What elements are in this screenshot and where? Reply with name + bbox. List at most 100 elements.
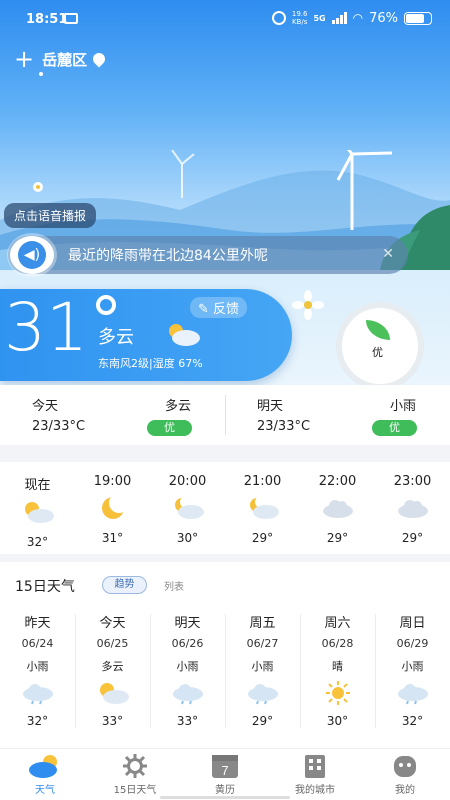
- day-name: 周五: [249, 616, 276, 631]
- tab-trend[interactable]: 趋势: [102, 576, 147, 594]
- today-summary[interactable]: 今天 23/33°C 多云 优: [0, 385, 225, 445]
- rain-cloud-icon: [0, 678, 75, 708]
- forecast-day[interactable]: 周五 06/27 小雨 29°: [225, 606, 300, 746]
- hour-time: 20:00: [168, 474, 207, 489]
- day-date: 06/25: [96, 637, 129, 650]
- daisy-icon: [292, 290, 324, 320]
- speaker-button[interactable]: ◀): [10, 236, 54, 274]
- rain-cloud-icon: [225, 678, 300, 708]
- forecast-day[interactable]: 今天 06/25 多云 33°: [75, 606, 150, 746]
- tomorrow-aqi-badge: 优: [372, 420, 417, 436]
- hourly-forecast[interactable]: 现在 32° 19:00 31° 20:00 30° 21:00 29° 22:…: [0, 462, 450, 554]
- wifi-icon: ◠: [352, 11, 364, 25]
- day-temp: 32°: [401, 714, 424, 728]
- fifteen-day-forecast: 15日天气 趋势 列表 昨天 06/24 小雨 32° 今天 06/25 多云 …: [0, 562, 450, 748]
- cell-type: 5G: [313, 13, 326, 23]
- day-condition: 小雨: [401, 660, 424, 673]
- location-bar[interactable]: + 岳麓区: [14, 47, 108, 71]
- partly-cloudy-day-icon: [0, 497, 75, 527]
- hour-temp: 32°: [26, 535, 49, 549]
- nav-label: 天气: [35, 785, 55, 796]
- current-temperature: 31: [4, 289, 88, 366]
- day-name: 明天: [174, 616, 201, 631]
- home-indicator: [160, 796, 290, 799]
- day-date: 06/26: [171, 637, 204, 650]
- hour-temp: 31°: [101, 531, 124, 545]
- forecast-day[interactable]: 周六 06/28 晴 30°: [300, 606, 375, 746]
- status-time: 18:51: [26, 12, 68, 27]
- tomorrow-range: 23/33°C: [257, 419, 311, 434]
- aqi-label: 优: [372, 346, 383, 359]
- hour-temp: 29°: [251, 531, 274, 545]
- day-name: 周日: [399, 616, 426, 631]
- nav-profile[interactable]: 我的: [360, 749, 450, 800]
- today-condition: 多云: [164, 399, 191, 414]
- today-range: 23/33°C: [32, 419, 86, 434]
- city-name[interactable]: 岳麓区: [42, 49, 87, 70]
- day-condition: 小雨: [176, 660, 199, 673]
- partly-cloudy-night-icon: [150, 493, 225, 523]
- bottom-nav: 天气 15日天气 7 黄历 我的城市 我的: [0, 748, 450, 800]
- calendar-icon: 7: [180, 751, 270, 781]
- weather-hero: 18:51 19.6 KB/s 5G ◠ 76% + 岳麓区 点击语音播报 ◀)…: [0, 0, 450, 385]
- add-city-icon[interactable]: +: [14, 47, 34, 71]
- rain-cloud-icon: [150, 678, 225, 708]
- forecast-day[interactable]: 明天 06/26 小雨 33°: [150, 606, 225, 746]
- weather-icon: [0, 751, 90, 781]
- announcement-text: 最近的降雨带在北边84公里外呢: [68, 248, 268, 264]
- day-temp: 32°: [26, 714, 49, 728]
- day-name: 今天: [99, 616, 126, 631]
- day-condition: 多云: [101, 660, 124, 673]
- city-icon: [270, 751, 360, 781]
- nav-my-cities[interactable]: 我的城市: [270, 749, 360, 800]
- tab-list[interactable]: 列表: [164, 578, 184, 593]
- hour-item: 23:00 29°: [375, 462, 450, 554]
- day-date: 06/27: [246, 637, 279, 650]
- forecast-day[interactable]: 周日 06/29 小雨 32°: [375, 606, 450, 746]
- hour-time: 22:00: [318, 474, 357, 489]
- day-date: 06/28: [321, 637, 354, 650]
- hour-time: 19:00: [93, 474, 132, 489]
- location-pin-icon: [90, 50, 108, 68]
- partly-cloudy-icon: [169, 324, 200, 346]
- sun-icon: [90, 751, 180, 781]
- day-temp: 30°: [326, 714, 349, 728]
- day-temp: 29°: [251, 714, 274, 728]
- today-aqi-badge: 优: [147, 420, 192, 436]
- hour-item: 22:00 29°: [300, 462, 375, 554]
- day-temp: 33°: [101, 714, 124, 728]
- partly-cloudy-day-icon: [75, 678, 150, 708]
- cloudy-icon: [375, 493, 450, 523]
- network-speed: 19.6 KB/s: [291, 10, 308, 26]
- hour-time: 现在: [24, 478, 51, 493]
- rain-cloud-icon: [375, 678, 450, 708]
- battery-percent: 76%: [369, 10, 398, 26]
- air-quality-gauge[interactable]: 优: [336, 302, 426, 385]
- hour-temp: 29°: [326, 531, 349, 545]
- nav-weather[interactable]: 天气: [0, 749, 90, 800]
- degree-icon: [96, 295, 116, 315]
- nav-almanac[interactable]: 7 黄历: [180, 749, 270, 800]
- close-icon[interactable]: ✕: [382, 246, 394, 262]
- today-label: 今天: [32, 399, 59, 414]
- cloudy-icon: [300, 493, 375, 523]
- hour-item: 现在 32°: [0, 462, 75, 554]
- day-date: 06/24: [21, 637, 54, 650]
- alarm-icon: [271, 11, 286, 25]
- nav-15day[interactable]: 15日天气: [90, 749, 180, 800]
- day-date: 06/29: [396, 637, 429, 650]
- hour-item: 19:00 31°: [75, 462, 150, 554]
- sun-icon: [300, 678, 375, 708]
- rain-announcement-bar[interactable]: ◀) 最近的降雨带在北边84公里外呢 ✕: [8, 236, 408, 274]
- voice-broadcast-tip[interactable]: 点击语音播报: [4, 203, 97, 228]
- moon-icon: [75, 493, 150, 523]
- partly-cloudy-night-icon: [225, 493, 300, 523]
- feedback-button[interactable]: ✎ 反馈: [190, 297, 248, 318]
- forecast-day[interactable]: 昨天 06/24 小雨 32°: [0, 606, 75, 746]
- profile-icon: [360, 751, 450, 781]
- tomorrow-summary[interactable]: 明天 23/33°C 小雨 优: [225, 385, 450, 445]
- day-temp: 33°: [176, 714, 199, 728]
- day-name: 昨天: [24, 616, 51, 631]
- nav-label: 我的: [395, 785, 415, 796]
- hour-temp: 29°: [401, 531, 424, 545]
